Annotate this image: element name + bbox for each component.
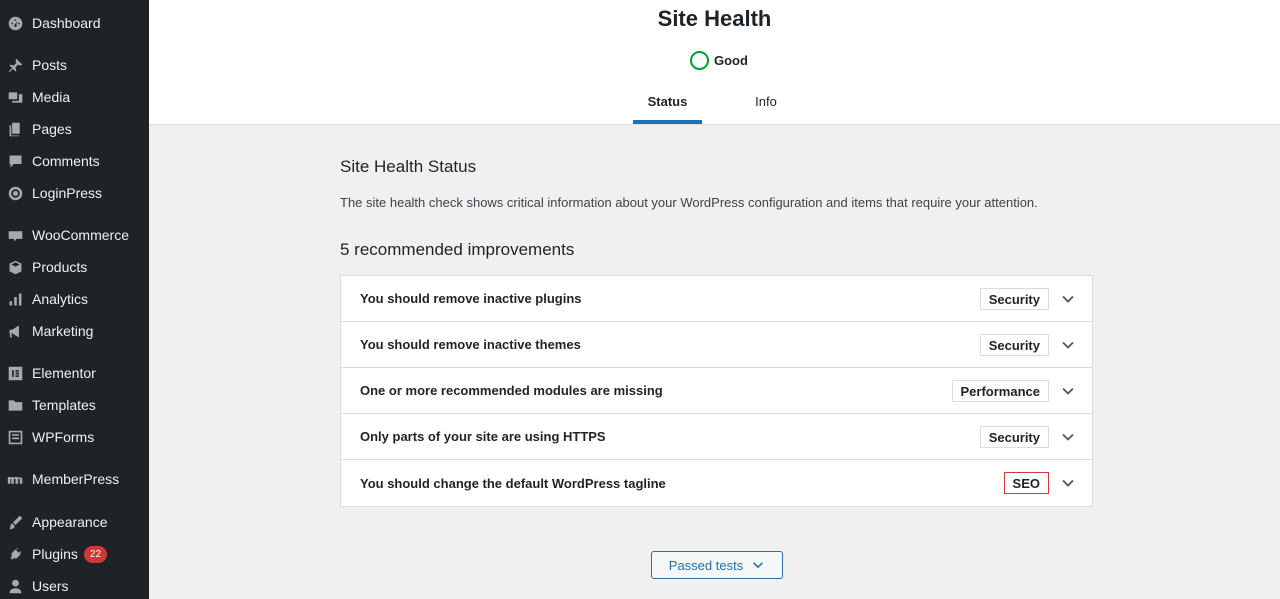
sidebar-item-plugins[interactable]: Plugins 22 [0, 540, 149, 568]
section-title: Site Health Status [340, 157, 477, 176]
brush-icon [6, 513, 24, 531]
issue-row[interactable]: You should remove inactive themes Securi… [341, 322, 1092, 368]
sidebar-item-label: Analytics [32, 291, 89, 307]
sidebar-item-label: MemberPress [32, 471, 120, 487]
megaphone-icon [6, 322, 24, 340]
sidebar-item-memberpress[interactable]: MemberPress [0, 465, 149, 493]
passed-tests-label: Passed tests [668, 557, 744, 573]
tab-status[interactable]: Status [633, 86, 702, 124]
sidebar-item-loginpress[interactable]: LoginPress [0, 179, 149, 207]
sidebar-item-label: Elementor [32, 365, 96, 381]
sidebar-item-label: WPForms [32, 429, 95, 445]
sidebar-item-woocommerce[interactable]: WooCommerce [0, 221, 149, 249]
issue-category-badge: Performance [951, 380, 1049, 402]
chevron-down-icon[interactable] [1060, 475, 1076, 491]
sidebar-item-analytics[interactable]: Analytics [0, 285, 149, 313]
sidebar-item-label: Dashboard [32, 15, 101, 31]
sidebar-item-elementor[interactable]: Elementor [0, 359, 149, 387]
issue-category-badge-seo: SEO [1003, 472, 1049, 494]
sidebar-item-dashboard[interactable]: Dashboard [0, 9, 149, 37]
issue-row[interactable]: One or more recommended modules are miss… [341, 368, 1092, 414]
sidebar-item-label: WooCommerce [32, 227, 129, 243]
issue-title: One or more recommended modules are miss… [360, 383, 663, 398]
plugins-update-badge: 22 [83, 545, 108, 563]
sidebar-item-marketing[interactable]: Marketing [0, 317, 149, 345]
bar-chart-icon [6, 290, 24, 308]
dashboard-icon [6, 14, 24, 32]
chevron-down-icon[interactable] [1060, 429, 1076, 445]
sidebar-item-label: Pages [32, 121, 72, 137]
issue-title: You should remove inactive themes [360, 337, 581, 352]
plug-icon [6, 545, 24, 563]
user-icon [6, 577, 24, 595]
woo-icon [6, 226, 24, 244]
elementor-icon [6, 364, 24, 382]
sidebar-item-label: Products [32, 259, 88, 275]
site-health-header: Site Health Good Status Info [149, 0, 1280, 125]
sidebar-item-pages[interactable]: Pages [0, 115, 149, 143]
issues-list: You should remove inactive plugins Secur… [340, 275, 1093, 507]
sidebar-item-posts[interactable]: Posts [0, 51, 149, 79]
admin-sidebar: Dashboard Posts Media Pages Comments Log… [0, 0, 149, 599]
section-description: The site health check shows critical inf… [340, 195, 1038, 210]
sidebar-item-label: Marketing [32, 323, 94, 339]
health-score: Good [690, 51, 748, 70]
sidebar-item-users[interactable]: Users [0, 572, 149, 599]
sidebar-item-products[interactable]: Products [0, 253, 149, 281]
issue-category-badge: Security [979, 288, 1049, 310]
passed-tests-button[interactable]: Passed tests [651, 551, 783, 579]
sidebar-item-label: Templates [32, 397, 96, 413]
loginpress-icon [6, 184, 24, 202]
chevron-down-icon[interactable] [1060, 291, 1076, 307]
issue-category-badge: Security [979, 426, 1049, 448]
form-icon [6, 428, 24, 446]
memberpress-icon [6, 470, 24, 488]
sidebar-item-media[interactable]: Media [0, 83, 149, 111]
issue-title: You should change the default WordPress … [360, 475, 666, 491]
sidebar-item-label: Posts [32, 57, 68, 73]
sidebar-item-label: Comments [32, 153, 100, 169]
improvements-count: 5 recommended improvements [340, 240, 575, 259]
sidebar-item-templates[interactable]: Templates [0, 391, 149, 419]
folder-icon [6, 396, 24, 414]
box-icon [6, 258, 24, 276]
sidebar-item-appearance[interactable]: Appearance [0, 508, 149, 536]
sidebar-item-label: Users [32, 578, 69, 594]
health-score-label: Good [714, 53, 748, 68]
tab-info[interactable]: Info [739, 86, 793, 124]
chevron-down-icon[interactable] [1060, 337, 1076, 353]
media-icon [6, 88, 24, 106]
issue-row[interactable]: You should change the default WordPress … [341, 460, 1092, 506]
comment-icon [6, 152, 24, 170]
sidebar-item-label: LoginPress [32, 185, 103, 201]
health-progress-ring-icon [690, 51, 709, 70]
pin-icon [6, 56, 24, 74]
chevron-down-icon [751, 558, 765, 572]
pages-icon [6, 120, 24, 138]
chevron-down-icon[interactable] [1060, 383, 1076, 399]
issue-title: You should remove inactive plugins [360, 291, 582, 306]
sidebar-item-wpforms[interactable]: WPForms [0, 423, 149, 451]
issue-row[interactable]: You should remove inactive plugins Secur… [341, 276, 1092, 322]
issue-category-badge: Security [979, 334, 1049, 356]
sidebar-item-label: Plugins [32, 546, 78, 562]
sidebar-item-label: Appearance [32, 514, 108, 530]
issue-title: Only parts of your site are using HTTPS [360, 429, 606, 444]
issue-row[interactable]: Only parts of your site are using HTTPS … [341, 414, 1092, 460]
sidebar-item-comments[interactable]: Comments [0, 147, 149, 175]
page-title: Site Health [657, 6, 772, 31]
sidebar-item-label: Media [32, 89, 71, 105]
